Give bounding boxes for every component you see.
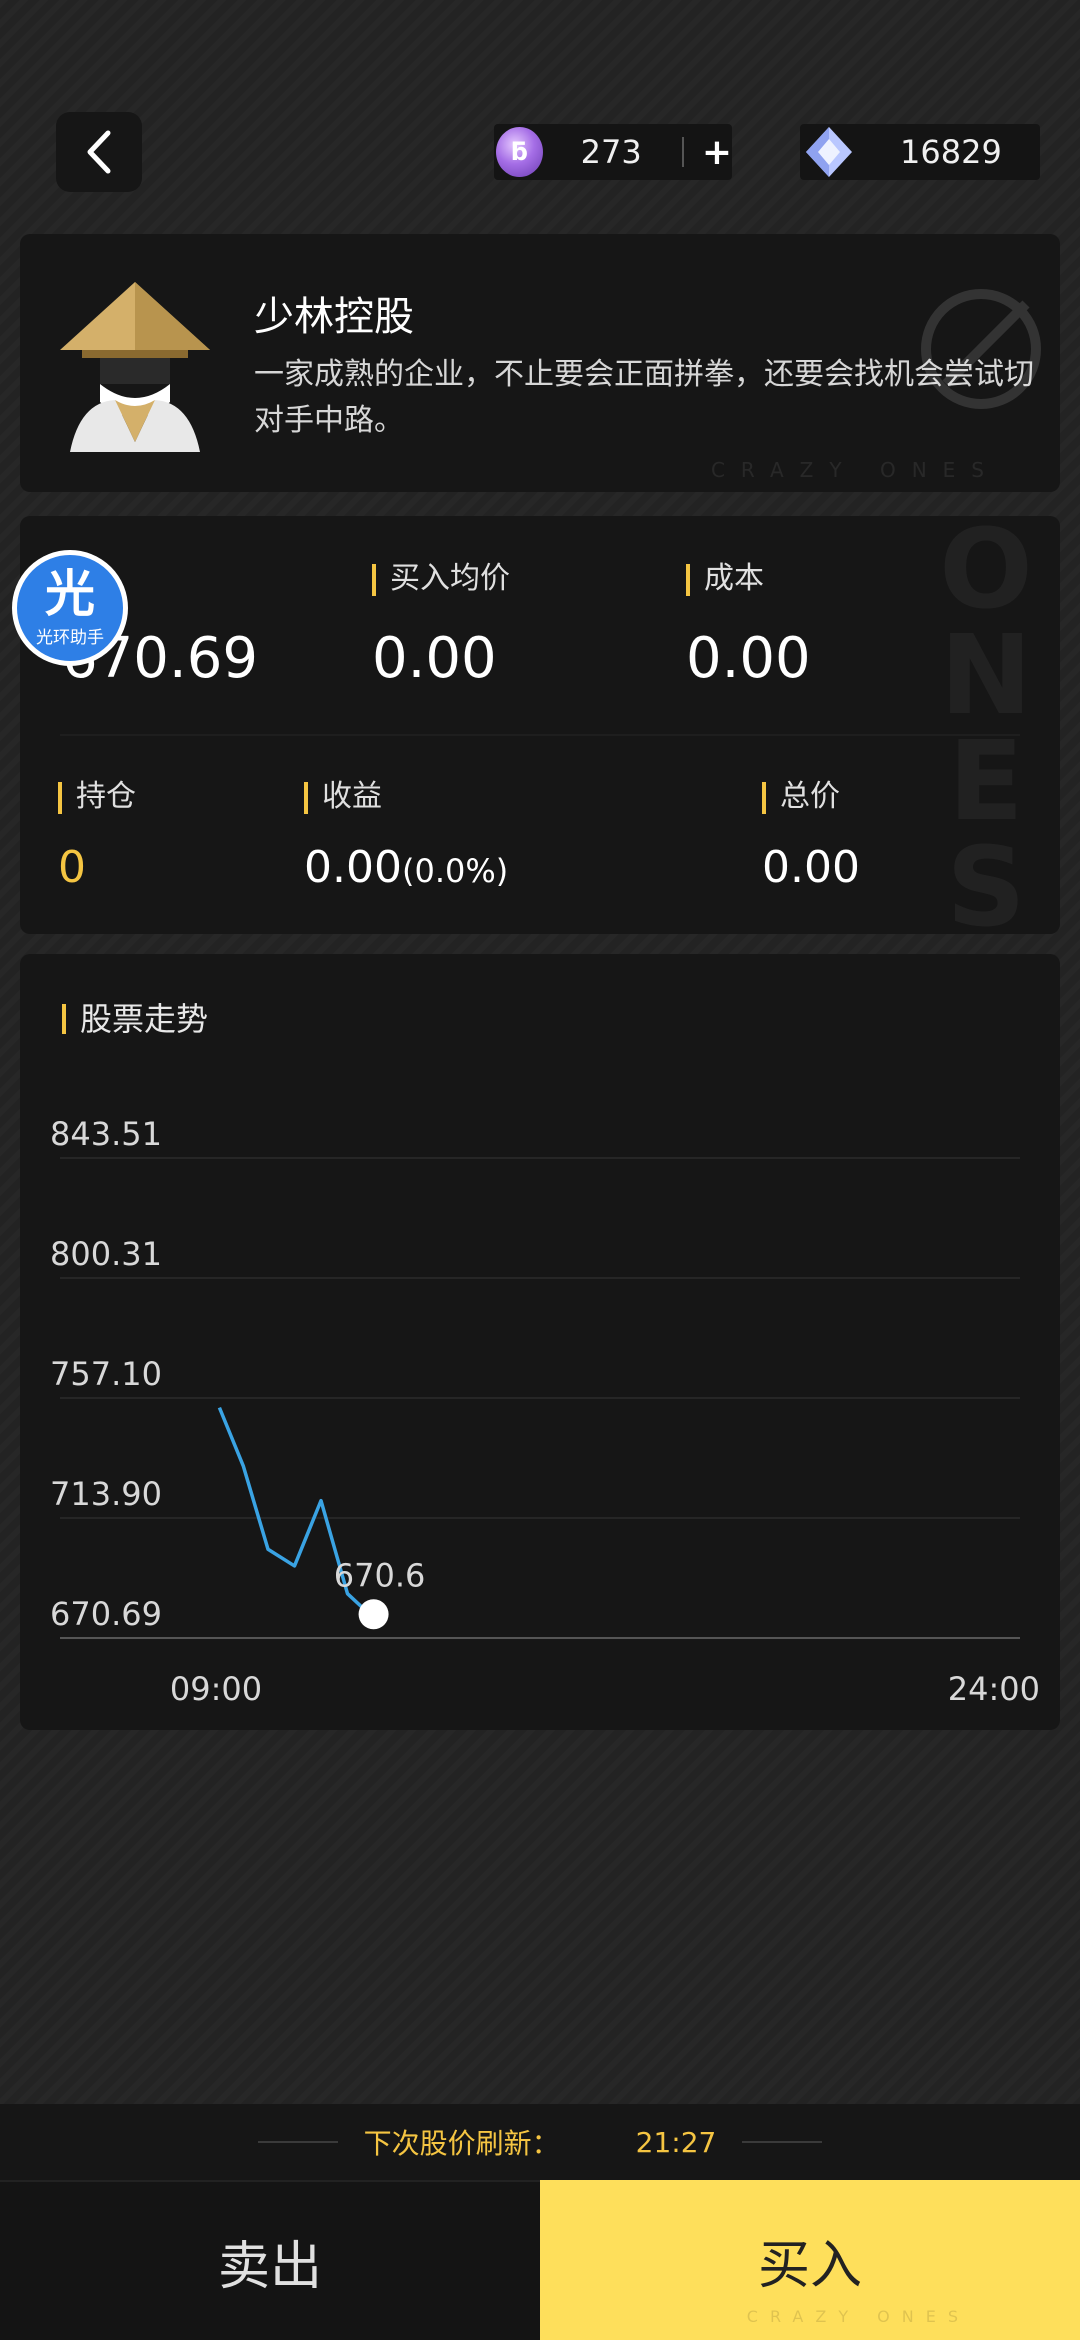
profit-value: 0.00 bbox=[304, 842, 402, 893]
y-tick-label: 800.31 bbox=[50, 1235, 162, 1273]
monk-avatar-icon bbox=[60, 282, 210, 452]
stock-trend-card: 股票走势 843.51 800.31 757.10 713.90 670.69 09:00… bbox=[20, 954, 1060, 1730]
diamond-icon bbox=[806, 127, 852, 177]
diamond-balance: 16829 bbox=[800, 124, 1040, 180]
x-tick-label: 09:00 bbox=[170, 1670, 262, 1708]
profit-value-row: 0.00(0.0%) bbox=[304, 842, 508, 893]
add-coins-button[interactable]: + bbox=[702, 132, 732, 173]
x-tick-label: 24:00 bbox=[948, 1670, 1040, 1708]
diamond-value: 16829 bbox=[900, 133, 1002, 171]
divider-right bbox=[742, 2141, 823, 2143]
purple-coin-icon: ƃ bbox=[496, 127, 543, 177]
top-bar: ƃ 273 + 16829 bbox=[0, 0, 1080, 230]
coin-balance: ƃ 273 + bbox=[494, 124, 732, 180]
avg-buy-price-value: 0.00 bbox=[372, 626, 497, 691]
buy-button[interactable]: 买入 CRAZY ONES bbox=[540, 2180, 1080, 2340]
company-card: 少林控股 一家成熟的企业，不止要会正面拼拳，还要会找机会尝试切对手中路。 CRA… bbox=[20, 234, 1060, 492]
brand-logo-icon bbox=[921, 289, 1041, 409]
back-button[interactable] bbox=[56, 112, 142, 192]
cost-label: 成本 bbox=[686, 564, 811, 596]
y-tick-label: 670.69 bbox=[50, 1595, 162, 1633]
profit-stat: 收益 0.00(0.0%) bbox=[304, 782, 508, 893]
company-name: 少林控股 bbox=[254, 294, 414, 340]
chevron-left-icon bbox=[87, 130, 111, 174]
cost-value: 0.00 bbox=[686, 626, 811, 691]
buy-button-label: 买入 bbox=[757, 2235, 862, 2296]
holding-stat: 持仓 0 bbox=[58, 782, 136, 893]
stock-trend-chart: 843.51 800.31 757.10 713.90 670.6909:00 24:00… bbox=[50, 1115, 1040, 1708]
helper-app-badge[interactable]: 光 光环助手 bbox=[12, 550, 128, 666]
total-stat: 总价 0.00 bbox=[762, 782, 860, 893]
total-label: 总价 bbox=[762, 782, 860, 814]
last-point-label: 670.6 bbox=[334, 1556, 426, 1594]
total-value: 0.00 bbox=[762, 842, 860, 893]
buy-watermark: CRAZY ONES bbox=[746, 2307, 970, 2326]
avg-buy-price-label: 买入均价 bbox=[372, 564, 510, 596]
y-tick-label: 713.90 bbox=[50, 1475, 162, 1513]
divider-left bbox=[257, 2141, 338, 2143]
sell-button[interactable]: 卖出 bbox=[0, 2180, 540, 2340]
divider bbox=[60, 734, 1020, 736]
refresh-countdown: 21:27 bbox=[635, 2125, 717, 2159]
watermark-letters: ONES bbox=[939, 516, 1033, 934]
helper-label: 光环助手 bbox=[36, 627, 104, 648]
avg-buy-price-stat: 买入均价 0.00 bbox=[372, 564, 510, 691]
coin-value: 273 bbox=[580, 133, 642, 171]
trade-actions: 卖出 买入 CRAZY ONES bbox=[0, 2180, 1080, 2340]
price-refresh-bar: 下次股价刷新： 21:27 bbox=[0, 2104, 1080, 2180]
stock-stats-card: ONES 价 670.69 买入均价 0.00 成本 0.00 持仓 0 收益 … bbox=[20, 516, 1060, 934]
last-point-marker bbox=[358, 1599, 389, 1630]
holding-label: 持仓 bbox=[58, 782, 136, 814]
y-tick-label: 843.51 bbox=[50, 1115, 162, 1153]
watermark-text: CRAZY ONES bbox=[710, 458, 1000, 482]
helper-glyph: 光 bbox=[45, 564, 95, 623]
separator bbox=[681, 137, 684, 167]
holding-value: 0 bbox=[58, 842, 86, 893]
profit-label: 收益 bbox=[304, 782, 508, 814]
profit-percent: (0.0%) bbox=[401, 852, 509, 890]
y-tick-label: 757.10 bbox=[50, 1355, 162, 1393]
cost-stat: 成本 0.00 bbox=[686, 564, 811, 691]
refresh-label: 下次股价刷新： bbox=[363, 2127, 560, 2160]
